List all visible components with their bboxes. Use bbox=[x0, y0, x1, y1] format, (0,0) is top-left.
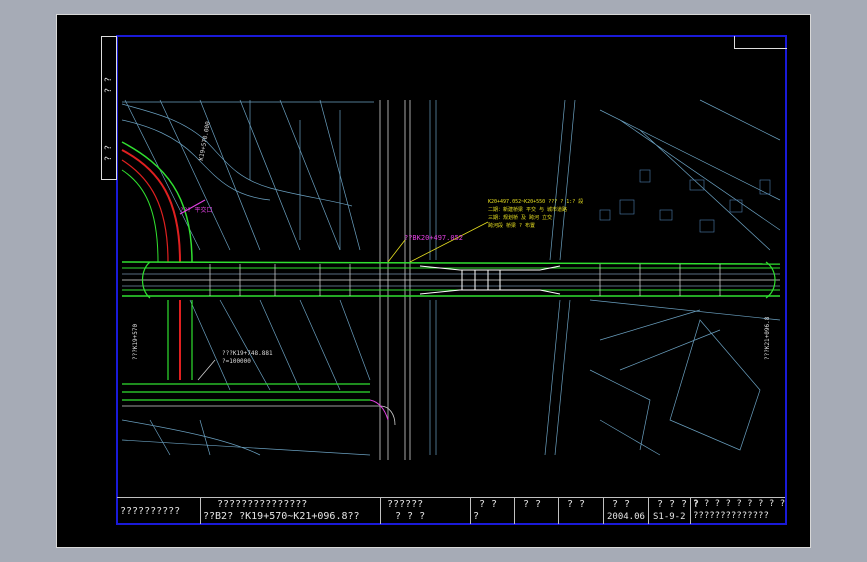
tb-c4-bottom: ? bbox=[473, 511, 480, 522]
tb-c10-top: ? ? ? ? ? ? ? ? ? bbox=[693, 499, 785, 509]
bottom-road bbox=[122, 383, 396, 426]
tb-title-2: ??B2? ?K19+570~K21+096.8?? bbox=[203, 511, 360, 522]
tb-title-cell: ??????????????? ??B2? ?K19+570~K21+096.8… bbox=[201, 497, 381, 524]
tb-c4-top: ? ? bbox=[479, 499, 498, 510]
tb-c5-top: ? ? bbox=[523, 499, 542, 510]
topo-linework bbox=[121, 99, 781, 456]
tb-c3-top: ?????? bbox=[387, 499, 424, 510]
tb-date: 2004.06 bbox=[607, 512, 645, 522]
note-line-1: K20+497.052~K20+550 ??? ? 1:? 段 bbox=[488, 199, 584, 205]
title-block: ?????????? ??????????????? ??B2? ?K19+57… bbox=[117, 497, 785, 524]
tb-cell-10: ? ? ? ? ? ? ? ? ? ?????????????? bbox=[691, 497, 785, 524]
tb-cell-7: ? ? 2004.06 bbox=[604, 497, 649, 524]
note-line-2: 二期：新建桥梁 平交 与 城市道路 bbox=[488, 207, 568, 213]
station-label-mid: ???K19+748.881 bbox=[222, 350, 273, 357]
tb-cell-4: ? ? ? bbox=[471, 497, 515, 524]
tb-cell-5: ? ? bbox=[515, 497, 559, 524]
cad-drawing bbox=[121, 99, 781, 460]
tb-c10-bottom: ?????????????? bbox=[693, 511, 769, 521]
tb-cell-6: ? ? bbox=[559, 497, 604, 524]
main-road bbox=[121, 261, 781, 297]
tb-sheet-no: S1-9-2 bbox=[653, 512, 686, 522]
note-line-3: 三期：规划桥 及 跨河 立交 bbox=[488, 215, 553, 221]
tb-c3-bottom: ? ? ? bbox=[395, 511, 426, 522]
tb-c6-top: ? ? bbox=[567, 499, 586, 510]
tb-c8-top: ? ? bbox=[657, 499, 676, 510]
tb-title-1: ??????????????? bbox=[217, 499, 308, 510]
note-line-4: 跨河段 桥梁 ? 布置 bbox=[488, 223, 536, 229]
magenta-note: ??? 平交口 bbox=[180, 207, 213, 214]
tb-project-cell: ?????????? bbox=[117, 497, 201, 524]
station-label-left-bottom: ???K19+570 bbox=[132, 323, 139, 360]
road-code-label: ??BK20+497.052 bbox=[404, 234, 464, 242]
station-label-right: ???K21+096.8 bbox=[764, 316, 771, 360]
tb-c7-top: ? ? bbox=[612, 499, 631, 510]
tb-project: ?????????? bbox=[120, 506, 181, 517]
tb-cell-3: ?????? ? ? ? bbox=[381, 497, 471, 524]
station-label-mid2: ?=100000 bbox=[222, 358, 251, 365]
